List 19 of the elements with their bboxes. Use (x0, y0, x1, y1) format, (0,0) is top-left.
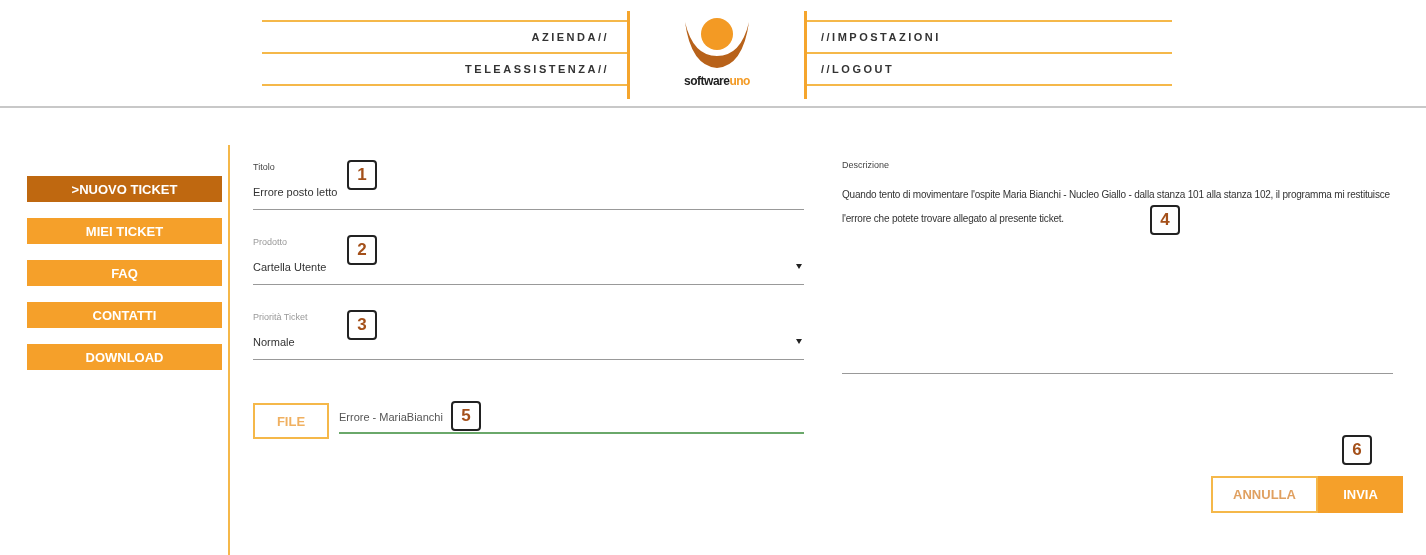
file-name-field[interactable]: Errore - MariaBianchi 5 (339, 403, 804, 434)
caret-icon (796, 264, 802, 269)
logo-wordmark: softwareuno (684, 74, 750, 88)
callout-number: 4 (1150, 205, 1180, 235)
field-label: Descrizione (842, 160, 890, 170)
callout-number: 3 (347, 310, 377, 340)
field-label: Prodotto (253, 237, 288, 247)
caret-icon (796, 339, 802, 344)
callout-number: 2 (347, 235, 377, 265)
nav-link[interactable]: //LOGOUT (807, 52, 1172, 86)
callout-number: 5 (451, 401, 481, 431)
nav-link[interactable]: AZIENDA// (262, 20, 627, 52)
nav-link[interactable]: TELEASSISTENZA// (262, 52, 627, 86)
nav-link[interactable]: //IMPOSTAZIONI (807, 20, 1172, 52)
callout-number: 1 (347, 160, 377, 190)
sidebar-item[interactable]: >NUOVO TICKET (27, 176, 222, 202)
field-label: Titolo (253, 162, 275, 172)
field-label: Priorità Ticket (253, 312, 308, 322)
callout-number: 6 (1342, 435, 1372, 465)
